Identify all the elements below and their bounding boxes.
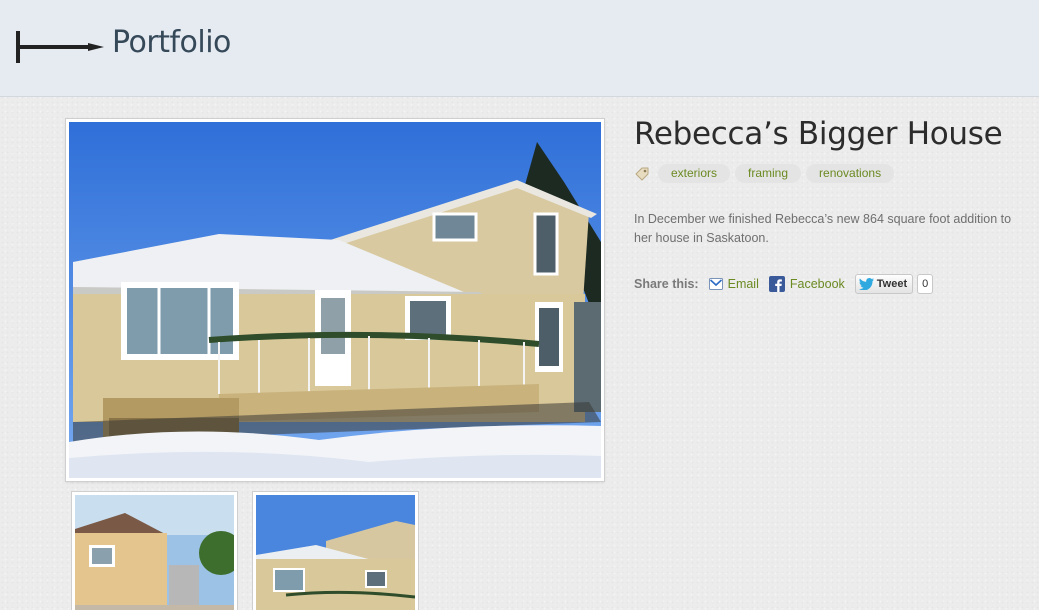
tag-framing[interactable]: framing <box>735 164 802 183</box>
email-share-link[interactable]: Email <box>708 277 759 291</box>
twitter-bird-icon <box>858 278 874 290</box>
project-description: In December we finished Rebecca’s new 86… <box>634 212 1012 245</box>
house-photo-side <box>75 495 234 610</box>
facebook-icon <box>768 276 785 292</box>
facebook-share-link[interactable]: Facebook <box>768 276 845 292</box>
house-photo-winter <box>69 122 601 478</box>
back-arrow-icon[interactable] <box>16 30 106 64</box>
email-icon <box>708 278 723 290</box>
tag-list: exteriors framing renovations <box>634 164 899 183</box>
page-header: Portfolio <box>0 0 1039 97</box>
project-title: Rebecca’s Bigger House <box>634 116 1003 152</box>
tweet-count: 0 <box>917 274 934 294</box>
share-bar: Share this: Email Facebook Tweet 0 <box>634 274 934 294</box>
facebook-link-label: Facebook <box>789 277 845 291</box>
share-label: Share this: <box>634 277 699 291</box>
email-link-label: Email <box>727 277 759 291</box>
page-title[interactable]: Portfolio <box>112 25 231 60</box>
tag-icon <box>635 167 649 181</box>
thumbnail-2[interactable] <box>253 492 418 610</box>
house-photo-front <box>256 495 415 610</box>
tag-renovations[interactable]: renovations <box>806 164 895 183</box>
tweet-button[interactable]: Tweet <box>854 274 914 294</box>
tweet-label: Tweet <box>876 278 908 290</box>
tag-exteriors[interactable]: exteriors <box>658 164 731 183</box>
thumbnail-1[interactable] <box>72 492 237 610</box>
main-photo[interactable] <box>66 119 604 481</box>
